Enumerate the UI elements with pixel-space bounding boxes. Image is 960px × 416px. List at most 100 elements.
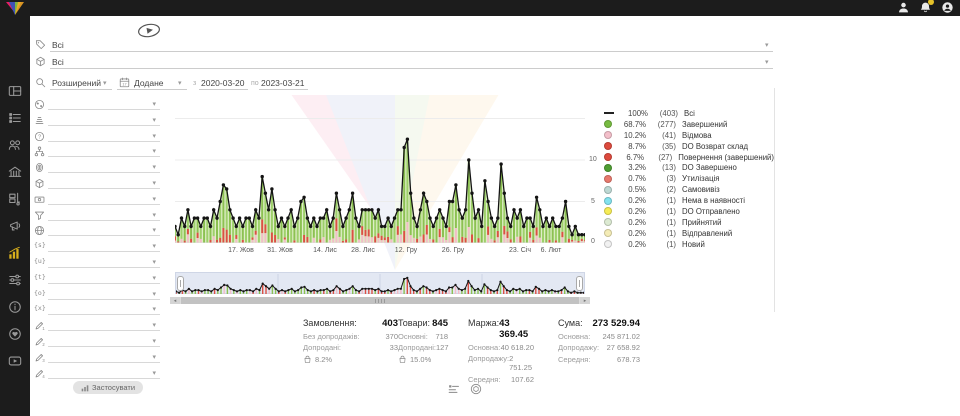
- chevron-down-icon[interactable]: ▾: [152, 305, 156, 313]
- side-filter-field-x[interactable]: {x}▾: [32, 303, 160, 319]
- sidebar-item-procurement[interactable]: [8, 192, 22, 206]
- brand-logo-icon[interactable]: [5, 2, 25, 15]
- search-icon[interactable]: [35, 77, 46, 90]
- side-filter-pencil-2[interactable]: 2▾: [32, 335, 160, 351]
- chevron-down-icon[interactable]: ▾: [152, 116, 156, 124]
- sidebar-item-video-lessons[interactable]: [8, 354, 22, 368]
- legend-item[interactable]: 0.7%(3)Утилізація: [604, 173, 774, 184]
- legend-item[interactable]: 0.2%(1)DO Отправлено: [604, 206, 774, 217]
- chevron-down-icon[interactable]: ▾: [152, 100, 156, 108]
- status-filter-dropdown[interactable]: [50, 51, 773, 52]
- sidebar-item-dashboard[interactable]: [8, 84, 22, 98]
- chevron-down-icon[interactable]: ▾: [152, 290, 156, 298]
- legend-item[interactable]: 3.2%(13)DO Завершено: [604, 162, 774, 173]
- sidebar-item-analytics[interactable]: [8, 246, 22, 260]
- chevron-down-icon[interactable]: ▾: [152, 195, 156, 203]
- side-filter-field-u[interactable]: {u}▾: [32, 256, 160, 272]
- side-filter-list: ▾▾?▾▾▾▾▾▾▾{s}▾{u}▾{t}▾{o}▾{x}▾1▾2▾3▾4▾: [32, 98, 160, 382]
- globe-icon: [34, 225, 45, 236]
- chevron-down-icon[interactable]: ▾: [765, 58, 769, 66]
- chevron-down-icon[interactable]: ▾: [152, 226, 156, 234]
- sidebar-item-marketing[interactable]: [8, 219, 22, 233]
- side-filter-globe[interactable]: ▾: [32, 224, 160, 240]
- stat-group-1: Замовлення:403Без допродажів:370Допродан…: [303, 318, 398, 364]
- user-icon[interactable]: [897, 1, 910, 14]
- side-filter-funnel[interactable]: ▾: [32, 209, 160, 225]
- status-filter-value[interactable]: Всі: [52, 40, 64, 50]
- legend-item[interactable]: 6.7%(27)Повернення (завершений): [604, 152, 774, 163]
- scroll-left-arrow[interactable]: ◂: [170, 297, 180, 304]
- legend-item[interactable]: 8.7%(35)DO Возврат склад: [604, 141, 774, 152]
- side-filter-hierarchy[interactable]: ▾: [32, 145, 160, 161]
- legend-percent: 0.2%: [616, 207, 646, 216]
- legend-dot-marker: [604, 131, 612, 139]
- list-view-toggle[interactable]: [448, 383, 460, 395]
- scroll-right-arrow[interactable]: ▸: [580, 297, 590, 304]
- chevron-down-icon[interactable]: ▾: [103, 79, 107, 87]
- notifications-icon[interactable]: [919, 1, 932, 14]
- sidebar-item-partners[interactable]: [8, 327, 22, 341]
- chevron-down-icon[interactable]: ▾: [152, 147, 156, 155]
- search-mode-select[interactable]: Розширений: [52, 78, 101, 88]
- side-filter-levels[interactable]: ▾: [32, 114, 160, 130]
- side-filter-fingerprint[interactable]: ▾: [32, 161, 160, 177]
- scrollbar-thumb[interactable]: [181, 297, 579, 304]
- sidebar-item-warehouse[interactable]: [8, 165, 22, 179]
- legend-item[interactable]: 0.5%(2)Самовивіз: [604, 184, 774, 195]
- side-filter-world[interactable]: ▾: [32, 98, 160, 114]
- chevron-down-icon[interactable]: ▾: [152, 132, 156, 140]
- legend-item[interactable]: 10.2%(41)Відмова: [604, 130, 774, 141]
- legend-item[interactable]: 100%(403)Всі: [604, 108, 774, 119]
- chevron-down-icon[interactable]: ▾: [152, 258, 156, 266]
- chevron-down-icon[interactable]: ▾: [152, 321, 156, 329]
- legend-percent: 0.2%: [616, 240, 646, 249]
- date-to-input[interactable]: 2023-03-21: [261, 78, 304, 88]
- navigator-right-handle[interactable]: [576, 276, 583, 291]
- side-filter-banknote[interactable]: ▾: [32, 193, 160, 209]
- package-view-toggle[interactable]: [470, 383, 482, 395]
- chevron-down-icon[interactable]: ▾: [152, 274, 156, 282]
- legend-item[interactable]: 68.7%(277)Завершений: [604, 119, 774, 130]
- chevron-down-icon[interactable]: ▾: [152, 211, 156, 219]
- sidebar-item-customers[interactable]: [8, 138, 22, 152]
- legend-item[interactable]: 0.2%(1)Прийнятий: [604, 217, 774, 228]
- navigator-left-handle[interactable]: [177, 276, 184, 291]
- legend-count: (35): [646, 142, 676, 151]
- chevron-down-icon[interactable]: ▾: [765, 41, 769, 49]
- side-filter-field-o[interactable]: {o}▾: [32, 288, 160, 304]
- chevron-down-icon[interactable]: ▾: [152, 369, 156, 377]
- filter-underline: [48, 141, 160, 142]
- chart-scrollbar[interactable]: ◂ ▸: [170, 297, 590, 304]
- legend-item[interactable]: 0.2%(1)Відправлений: [604, 228, 774, 239]
- legend-item[interactable]: 0.2%(1)Новий: [604, 239, 774, 250]
- chevron-down-icon[interactable]: ▾: [152, 242, 156, 250]
- side-filter-field-t[interactable]: {t}▾: [32, 272, 160, 288]
- legend-label: Новий: [682, 240, 705, 249]
- side-filter-field-s[interactable]: {s}▾: [32, 240, 160, 256]
- video-hint-icon[interactable]: [136, 21, 162, 40]
- apply-button[interactable]: Застосувати: [73, 381, 143, 394]
- side-filter-box[interactable]: ▾: [32, 177, 160, 193]
- side-filter-pencil-3[interactable]: 3▾: [32, 351, 160, 367]
- date-from-input[interactable]: 2020-03-20: [201, 78, 244, 88]
- chevron-down-icon[interactable]: ▾: [152, 353, 156, 361]
- filter-underline: [48, 299, 160, 300]
- side-filter-help[interactable]: ?▾: [32, 130, 160, 146]
- chevron-down-icon[interactable]: ▾: [152, 179, 156, 187]
- chevron-down-icon[interactable]: ▾: [178, 79, 182, 87]
- product-filter-dropdown[interactable]: [50, 68, 773, 69]
- side-filter-pencil-1[interactable]: 1▾: [32, 319, 160, 335]
- side-filter-pencil-4[interactable]: 4▾: [32, 367, 160, 383]
- chart-navigator[interactable]: [175, 272, 585, 294]
- legend-item[interactable]: 0.2%(1)Нема в наявності: [604, 195, 774, 206]
- sidebar-item-integrations[interactable]: [8, 273, 22, 287]
- sidebar-item-info[interactable]: [8, 300, 22, 314]
- sidebar-item-orders[interactable]: [8, 111, 22, 125]
- profile-icon[interactable]: [941, 1, 954, 14]
- legend-count: (1): [646, 218, 676, 227]
- legend-count: (1): [646, 229, 676, 238]
- date-field-select[interactable]: Додане: [134, 78, 164, 88]
- product-filter-value[interactable]: Всі: [52, 57, 64, 67]
- chevron-down-icon[interactable]: ▾: [152, 337, 156, 345]
- chevron-down-icon[interactable]: ▾: [152, 163, 156, 171]
